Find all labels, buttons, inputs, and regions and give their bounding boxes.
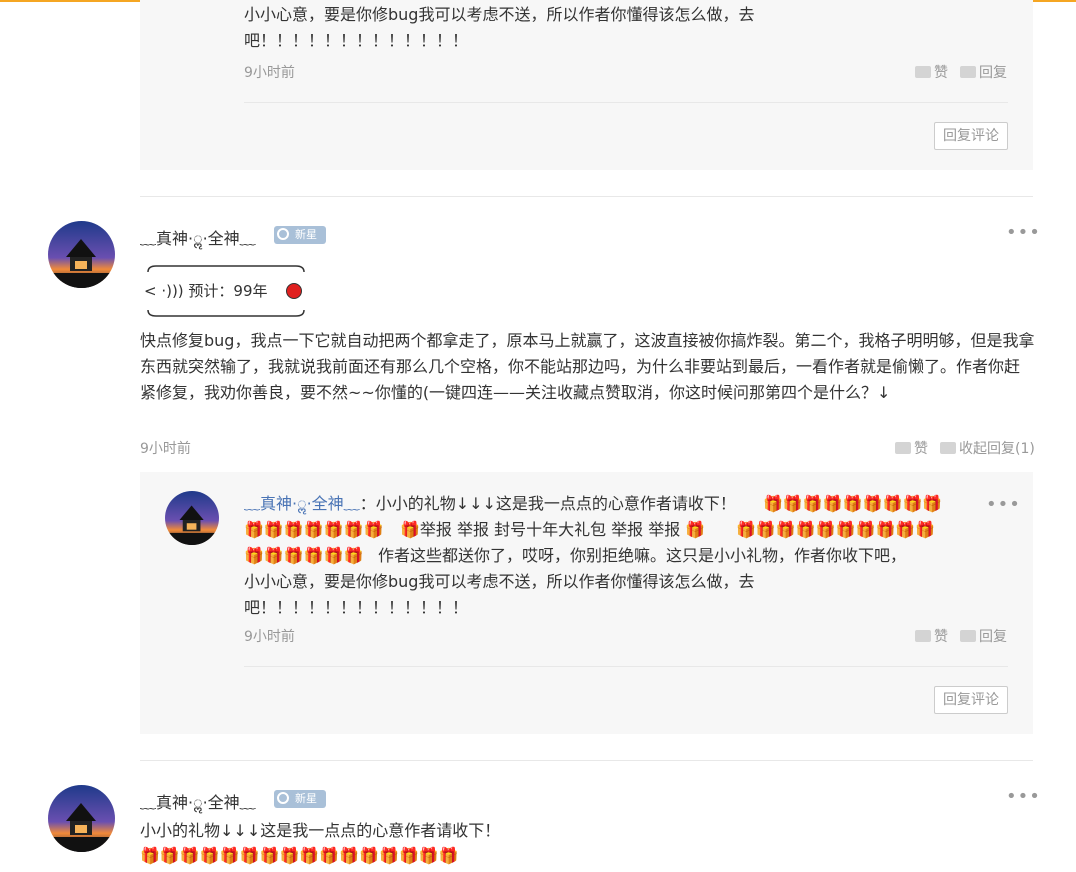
collapse-replies-button[interactable]: 收起回复(1) — [940, 438, 1035, 458]
username[interactable]: ﹏真神·ॢ·全神﹏ — [140, 225, 256, 249]
reply-button[interactable]: 回复 — [960, 62, 1007, 82]
reply-text-line: 吧！！！！！！！！！！！！！ — [244, 598, 469, 617]
reply-text-line: 作者这些都送你了，哎呀，你别拒绝嘛。这只是小小礼物，作者你收下吧， — [378, 546, 907, 565]
signature-text: < ·))) 预计：99年 — [144, 282, 268, 300]
gift-icon: 🎁🎁🎁🎁🎁🎁🎁🎁🎁🎁🎁🎁🎁🎁🎁🎁 — [140, 846, 459, 865]
reply-username[interactable]: ﹏真神·ॢ·全神﹏ — [244, 494, 360, 513]
comment-body: 小小的礼物↓↓↓这是我一点点的心意作者请收下！ — [140, 821, 501, 840]
like-button[interactable]: 赞 — [915, 62, 948, 82]
gift-icon: 🎁🎁🎁🎁🎁🎁🎁 — [244, 520, 384, 539]
avatar[interactable] — [48, 221, 115, 288]
thumb-up-icon — [915, 630, 931, 642]
reply-box: 小小心意，要是你修bug我可以考虑不送，所以作者你懂得该怎么做，去 吧！！！！！… — [140, 0, 1033, 170]
reply-text-line: 小小心意，要是你修bug我可以考虑不送，所以作者你懂得该怎么做，去 — [244, 572, 755, 591]
speech-bubble-icon — [940, 442, 956, 454]
reply-button[interactable]: 回复 — [960, 626, 1007, 646]
more-dots-icon[interactable]: ••• — [1006, 786, 1041, 807]
avatar[interactable] — [165, 491, 219, 545]
newstar-badge: 新星 — [274, 226, 326, 248]
reply-text-line: 🎁举报 举报 封号十年大礼包 举报 举报 🎁 — [400, 520, 706, 539]
reply-time: 9小时前 — [244, 65, 295, 81]
like-button[interactable]: 赞 — [895, 438, 928, 458]
gift-icon: 🎁🎁🎁🎁🎁🎁 — [244, 546, 364, 565]
newstar-badge: 新星 — [274, 790, 326, 812]
divider — [244, 666, 1008, 667]
reply-text-line: 吧！！！！！！！！！！！！！ — [244, 31, 469, 50]
user-signature: < ·))) 预计：99年 — [144, 264, 308, 318]
divider — [140, 196, 1033, 197]
reply-text-line: 小小心意，要是你修bug我可以考虑不送，所以作者你懂得该怎么做，去 — [244, 5, 755, 24]
thumb-up-icon — [915, 66, 931, 78]
avatar[interactable] — [48, 785, 115, 852]
like-button[interactable]: 赞 — [915, 626, 948, 646]
reply-time: 9小时前 — [244, 629, 295, 645]
username[interactable]: ﹏真神·ॢ·全神﹏ — [140, 789, 256, 813]
divider — [140, 760, 1033, 761]
star-medal-icon — [277, 228, 289, 240]
more-dots-icon[interactable]: ••• — [986, 494, 1021, 515]
reply-comment-button[interactable]: 回复评论 — [934, 686, 1008, 714]
speech-bubble-icon — [960, 630, 976, 642]
reply-comment-button[interactable]: 回复评论 — [934, 122, 1008, 150]
comment-body: 快点修复bug，我点一下它就自动把两个都拿走了，原本马上就赢了，这波直接被你搞炸… — [140, 331, 1035, 402]
star-medal-icon — [277, 792, 289, 804]
gift-icon: 🎁🎁🎁🎁🎁🎁🎁🎁🎁 — [763, 494, 943, 513]
red-dot-icon — [286, 283, 302, 299]
reply-box: ﹏真神·ॢ·全神﹏：小小的礼物↓↓↓这是我一点点的心意作者请收下！ 🎁🎁🎁🎁🎁🎁… — [140, 472, 1033, 734]
divider — [244, 102, 1008, 103]
speech-bubble-icon — [960, 66, 976, 78]
gift-icon: 🎁🎁🎁🎁🎁🎁🎁🎁🎁🎁 — [736, 520, 936, 539]
more-dots-icon[interactable]: ••• — [1006, 222, 1041, 243]
comment-time: 9小时前 — [140, 441, 191, 457]
thumb-up-icon — [895, 442, 911, 454]
